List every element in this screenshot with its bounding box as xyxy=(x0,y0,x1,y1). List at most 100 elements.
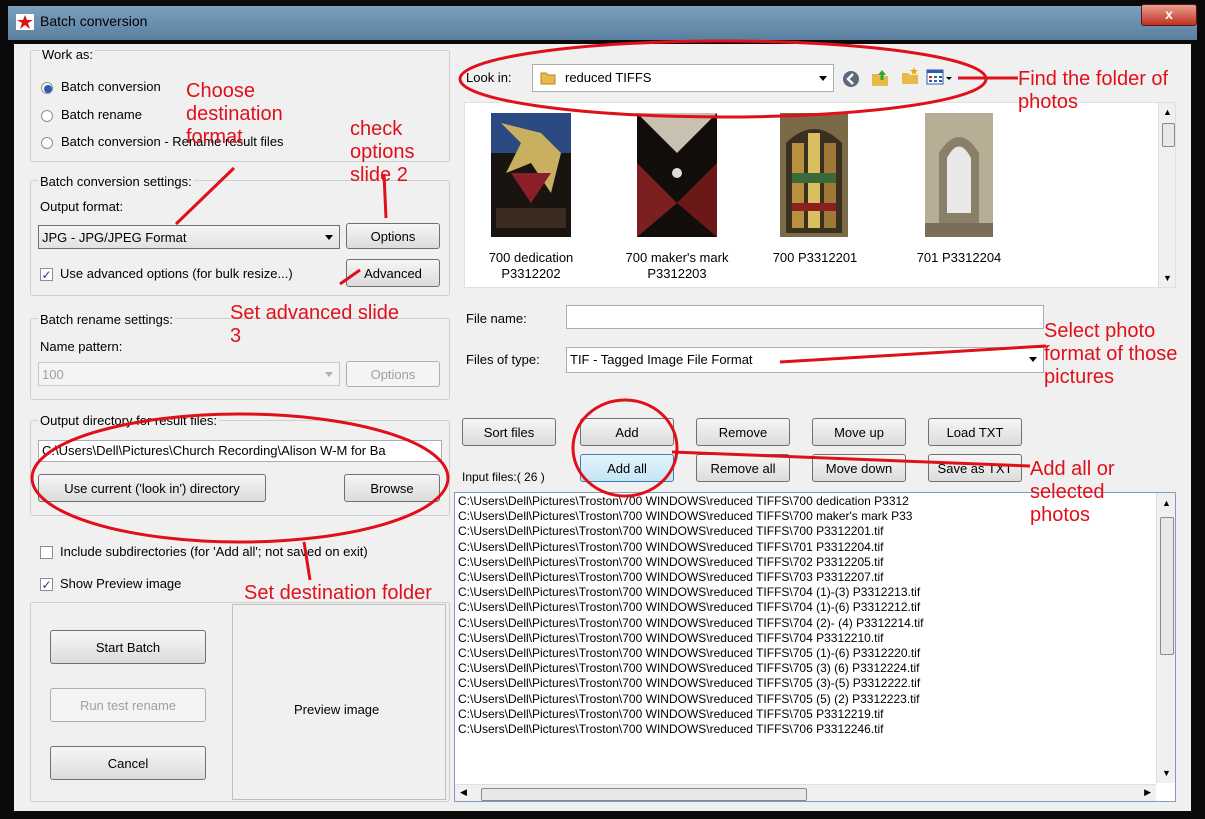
radio-batch-conversion[interactable] xyxy=(41,82,53,94)
sort-files-button[interactable]: Sort files xyxy=(462,418,556,446)
thumbnail-701-p3312204[interactable] xyxy=(925,113,993,237)
show-preview-label: Show Preview image xyxy=(60,576,182,591)
thumbnail-700-p3312201[interactable] xyxy=(780,113,848,237)
advanced-options-checkbox[interactable]: ✓ xyxy=(40,268,53,281)
rename-options-button[interactable]: Options xyxy=(346,361,440,387)
scroll-down-icon[interactable]: ▼ xyxy=(1163,273,1172,283)
chevron-down-icon xyxy=(325,235,333,240)
annotation-choose-format: Choose destination format xyxy=(186,80,283,148)
new-folder-icon[interactable] xyxy=(900,66,920,86)
list-item[interactable]: C:\Users\Dell\Pictures\Troston\700 WINDO… xyxy=(458,631,1154,646)
name-pattern-select[interactable]: 100 xyxy=(38,362,340,386)
list-item[interactable]: C:\Users\Dell\Pictures\Troston\700 WINDO… xyxy=(458,707,1154,722)
name-pattern-label: Name pattern: xyxy=(40,339,123,354)
load-txt-button[interactable]: Load TXT xyxy=(928,418,1022,446)
file-name-label: File name: xyxy=(466,311,527,326)
list-item[interactable]: C:\Users\Dell\Pictures\Troston\700 WINDO… xyxy=(458,600,1154,615)
app-icon xyxy=(16,14,34,30)
thumbnail-label: 700 dedication P3312202 xyxy=(488,250,574,281)
annotation-find-folder: Find the folder of photos xyxy=(1018,68,1169,113)
look-in-value: reduced TIFFS xyxy=(565,70,652,85)
list-item[interactable]: C:\Users\Dell\Pictures\Troston\700 WINDO… xyxy=(458,555,1154,570)
move-up-button[interactable]: Move up xyxy=(812,418,906,446)
show-preview-checkbox[interactable]: ✓ xyxy=(40,578,53,591)
output-directory-label: Output directory for result files: xyxy=(38,413,220,428)
conversion-options-button[interactable]: Options xyxy=(346,223,440,249)
checkmark-icon: ✓ xyxy=(41,268,52,282)
folder-icon xyxy=(540,72,556,85)
annotation-select-format: Select photo format of those pictures xyxy=(1044,320,1178,388)
output-format-label: Output format: xyxy=(40,199,124,214)
advanced-button[interactable]: Advanced xyxy=(346,259,440,287)
thumbnail-700-makers-mark[interactable] xyxy=(637,113,717,237)
thumbnail-label: 700 P3312201 xyxy=(772,250,858,265)
close-icon: x xyxy=(1141,4,1197,26)
work-as-label: Work as: xyxy=(40,47,96,62)
file-list-horizontal-scrollbar[interactable]: ◀ ▶ xyxy=(455,784,1156,801)
list-item[interactable]: C:\Users\Dell\Pictures\Troston\700 WINDO… xyxy=(458,661,1154,676)
chevron-down-icon xyxy=(819,76,827,81)
close-button[interactable]: x xyxy=(1141,4,1197,26)
radio-batch-rename[interactable] xyxy=(41,110,53,122)
scrollbar-thumb[interactable] xyxy=(481,788,807,801)
title-bar[interactable] xyxy=(8,6,1197,40)
files-of-type-value: TIF - Tagged Image File Format xyxy=(570,352,753,367)
list-item[interactable]: C:\Users\Dell\Pictures\Troston\700 WINDO… xyxy=(458,722,1154,737)
radio-label-batch-conversion: Batch conversion xyxy=(61,79,161,94)
files-of-type-select[interactable]: TIF - Tagged Image File Format xyxy=(566,347,1044,373)
list-item[interactable]: C:\Users\Dell\Pictures\Troston\700 WINDO… xyxy=(458,616,1154,631)
view-menu-icon[interactable] xyxy=(926,68,954,88)
annotation-set-destination: Set destination folder xyxy=(244,582,432,604)
add-all-button[interactable]: Add all xyxy=(580,454,674,482)
input-files-count: Input files:( 26 ) xyxy=(462,470,545,484)
run-test-rename-button[interactable]: Run test rename xyxy=(50,688,206,722)
thumbnail-label: 701 P3312204 xyxy=(916,250,1002,265)
cancel-button[interactable]: Cancel xyxy=(50,746,206,780)
batch-rename-settings-label: Batch rename settings: xyxy=(38,312,175,327)
chevron-down-icon xyxy=(1029,357,1037,362)
window-title: Batch conversion xyxy=(40,13,148,29)
scroll-down-icon[interactable]: ▼ xyxy=(1162,768,1171,778)
look-in-select[interactable]: reduced TIFFS xyxy=(532,64,834,92)
file-list-content: C:\Users\Dell\Pictures\Troston\700 WINDO… xyxy=(458,494,1154,784)
output-format-select[interactable]: JPG - JPG/JPEG Format xyxy=(38,225,340,249)
back-icon[interactable] xyxy=(842,70,860,88)
list-item[interactable]: C:\Users\Dell\Pictures\Troston\700 WINDO… xyxy=(458,570,1154,585)
checkmark-icon: ✓ xyxy=(41,578,52,592)
list-item[interactable]: C:\Users\Dell\Pictures\Troston\700 WINDO… xyxy=(458,540,1154,555)
file-list-vertical-scrollbar[interactable]: ▲ ▼ xyxy=(1156,493,1175,783)
look-in-label: Look in: xyxy=(466,70,512,85)
name-pattern-value: 100 xyxy=(42,367,64,382)
radio-batch-conversion-rename[interactable] xyxy=(41,137,53,149)
list-item[interactable]: C:\Users\Dell\Pictures\Troston\700 WINDO… xyxy=(458,692,1154,707)
list-item[interactable]: C:\Users\Dell\Pictures\Troston\700 WINDO… xyxy=(458,676,1154,691)
list-item[interactable]: C:\Users\Dell\Pictures\Troston\700 WINDO… xyxy=(458,646,1154,661)
add-button[interactable]: Add xyxy=(580,418,674,446)
scroll-right-icon[interactable]: ▶ xyxy=(1144,787,1151,798)
remove-button[interactable]: Remove xyxy=(696,418,790,446)
up-folder-icon[interactable] xyxy=(870,68,890,88)
thumbnail-scrollbar[interactable]: ▲ ▼ xyxy=(1158,103,1175,287)
output-directory-field[interactable]: C:\Users\Dell\Pictures\Church Recording\… xyxy=(38,440,442,462)
annotation-check-options: check options slide 2 xyxy=(350,118,415,186)
batch-conversion-settings-label: Batch conversion settings: xyxy=(38,174,194,189)
annotation-add-photos: Add all or selected photos xyxy=(1030,458,1115,526)
include-subdirectories-checkbox[interactable] xyxy=(40,546,53,559)
scrollbar-thumb[interactable] xyxy=(1160,517,1174,655)
use-current-directory-button[interactable]: Use current ('look in') directory xyxy=(38,474,266,502)
scroll-up-icon[interactable]: ▲ xyxy=(1162,498,1171,508)
remove-all-button[interactable]: Remove all xyxy=(696,454,790,482)
annotation-set-advanced: Set advanced slide 3 xyxy=(230,302,400,347)
scrollbar-thumb[interactable] xyxy=(1162,123,1175,147)
file-name-input[interactable] xyxy=(566,305,1044,329)
radio-label-batch-rename: Batch rename xyxy=(61,107,142,122)
move-down-button[interactable]: Move down xyxy=(812,454,906,482)
start-batch-button[interactable]: Start Batch xyxy=(50,630,206,664)
save-as-txt-button[interactable]: Save as TXT xyxy=(928,454,1022,482)
output-format-value: JPG - JPG/JPEG Format xyxy=(42,230,187,245)
browse-button[interactable]: Browse xyxy=(344,474,440,502)
thumbnail-700-dedication[interactable] xyxy=(491,113,571,237)
scroll-left-icon[interactable]: ◀ xyxy=(460,787,467,798)
thumbnail-label: 700 maker's mark P3312203 xyxy=(625,250,729,281)
list-item[interactable]: C:\Users\Dell\Pictures\Troston\700 WINDO… xyxy=(458,585,1154,600)
